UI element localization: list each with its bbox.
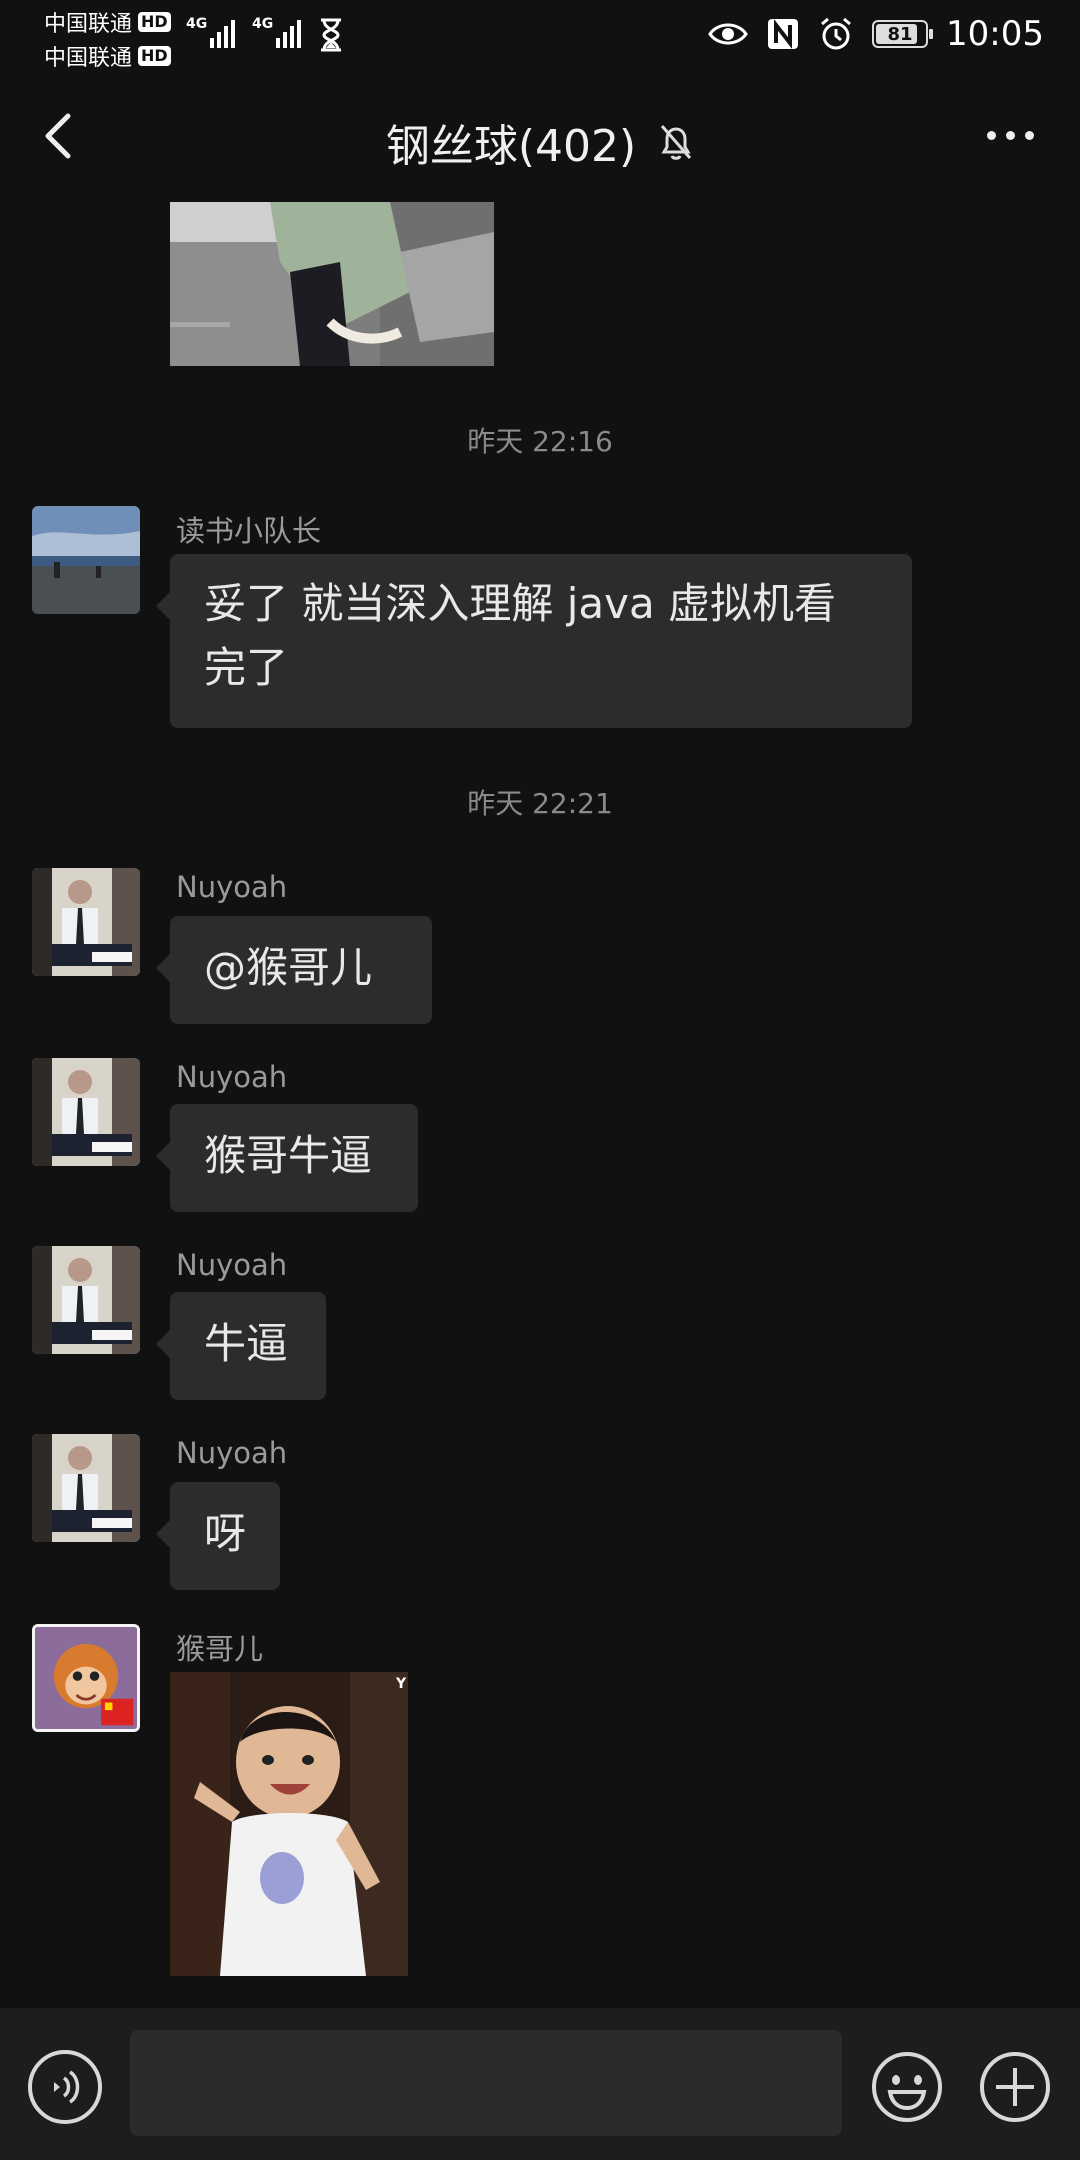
status-time: 10:05: [946, 14, 1044, 54]
carrier-name-2: 中国联通: [44, 46, 133, 71]
alarm-icon: [821, 17, 851, 50]
network-type-label-2: 4G: [252, 16, 274, 32]
more-options-button[interactable]: [980, 120, 1040, 150]
sender-name: Nuyoah: [176, 1060, 288, 1094]
message-bubble[interactable]: 猴哥牛逼: [156, 1104, 418, 1212]
message-bubble[interactable]: 牛逼: [156, 1292, 326, 1400]
avatar[interactable]: [32, 1624, 140, 1732]
sender-name: 猴哥儿: [176, 1632, 264, 1666]
message-text: 猴哥牛逼: [204, 1131, 373, 1180]
sender-name: Nuyoah: [176, 1248, 288, 1282]
hd-badge-2: HD: [138, 46, 171, 66]
signal-icon: [210, 18, 235, 48]
network-type-label: 4G: [186, 16, 208, 32]
carrier-name: 中国联通: [44, 12, 133, 37]
avatar[interactable]: [32, 868, 140, 976]
message-text-line: 妥了 就当深入理解 java 虚拟机看: [204, 579, 837, 628]
sender-name: 读书小队长: [176, 514, 322, 548]
hourglass-icon: [321, 18, 341, 52]
avatar[interactable]: [32, 1246, 140, 1354]
message-bubble[interactable]: 妥了 就当深入理解 java 虚拟机看 完了: [156, 554, 912, 728]
message-bubble[interactable]: @猴哥儿: [156, 916, 432, 1024]
avatar[interactable]: [32, 506, 140, 614]
voice-wave-icon: [54, 2070, 80, 2104]
timestamp: 昨天 22:21: [467, 787, 613, 820]
hd-badge: HD: [138, 12, 171, 32]
message-list[interactable]: 昨天 22:16 读书小队长 妥了 就当深入理解 java 虚拟机看 完了 昨天…: [0, 200, 1080, 2008]
sticker-watermark: Y: [395, 1676, 407, 1692]
avatar[interactable]: [32, 1058, 140, 1166]
message-input[interactable]: [130, 2030, 842, 2136]
battery-icon: 81: [872, 20, 934, 48]
chat-header: 钢丝球(402): [0, 70, 1080, 200]
avatar[interactable]: [32, 1434, 140, 1542]
voice-button[interactable]: [28, 2050, 102, 2124]
message-text: @猴哥儿: [204, 943, 373, 992]
mute-bell-icon: [661, 125, 692, 160]
sticker-gif[interactable]: Y: [170, 1672, 408, 1976]
message-text: 牛逼: [204, 1319, 289, 1368]
emoji-button[interactable]: [870, 2050, 944, 2124]
timestamp: 昨天 22:16: [467, 425, 613, 458]
status-bar: 中国联通 HD 中国联通 HD 4G 4G 81 10:05: [0, 0, 1080, 71]
more-functions-button[interactable]: [978, 2050, 1052, 2124]
signal-icon-2: [276, 18, 301, 48]
battery-level: 81: [887, 23, 913, 45]
sender-name: Nuyoah: [176, 1436, 288, 1470]
eye-icon: [708, 23, 748, 45]
chat-title: 钢丝球(402): [385, 121, 637, 172]
message-text-line: 完了: [204, 643, 289, 692]
input-bar: [0, 2008, 1080, 2160]
image-message[interactable]: [170, 202, 494, 366]
message-bubble[interactable]: 呀: [156, 1482, 280, 1590]
sender-name: Nuyoah: [176, 870, 288, 904]
message-text: 呀: [204, 1509, 247, 1558]
nfc-icon: [768, 19, 799, 49]
